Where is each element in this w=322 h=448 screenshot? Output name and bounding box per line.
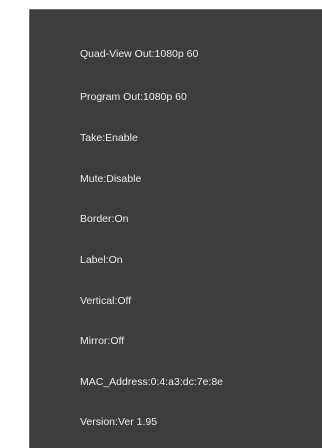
mute-value: Disable	[106, 173, 142, 185]
mirror-value: Off	[110, 335, 125, 347]
vertical-value: Off	[117, 295, 132, 307]
mirror-line: Mirror:Off	[80, 335, 125, 347]
quad-view-out-line: Quad-View Out:1080p 60	[80, 48, 199, 60]
quad-view-out-label: Quad-View Out	[80, 48, 152, 60]
take-label: Take	[80, 132, 103, 144]
version-label: Version	[80, 416, 116, 428]
mirror-label: Mirror	[80, 335, 108, 347]
mac-address-value: 0:4:a3:dc:7e:8e	[150, 376, 224, 388]
label-value: On	[108, 254, 123, 266]
border-value: On	[114, 213, 129, 225]
version-value: Ver 1.95	[117, 416, 158, 428]
label-label: Label	[80, 254, 106, 266]
vertical-line: Vertical:Off	[80, 295, 132, 307]
mac-address-label: MAC_Address	[80, 376, 148, 388]
program-out-label: Program Out	[80, 91, 141, 103]
status-info-panel: Quad-View Out:1080p 60 Program Out:1080p…	[29, 9, 322, 448]
vertical-label: Vertical	[80, 295, 115, 307]
border-label: Border	[80, 213, 112, 225]
version-line: Version:Ver 1.95	[80, 416, 158, 428]
mac-address-line: MAC_Address:0:4:a3:dc:7e:8e	[80, 376, 224, 388]
program-out-line: Program Out:1080p 60	[80, 91, 187, 103]
take-value: Enable	[105, 132, 138, 144]
mute-label: Mute	[80, 173, 104, 185]
mute-line: Mute:Disable	[80, 173, 142, 185]
border-line: Border:On	[80, 213, 129, 225]
quad-view-out-value: 1080p 60	[154, 48, 199, 60]
label-line: Label:On	[80, 254, 123, 266]
program-out-value: 1080p 60	[143, 91, 187, 103]
take-line: Take:Enable	[80, 132, 138, 144]
